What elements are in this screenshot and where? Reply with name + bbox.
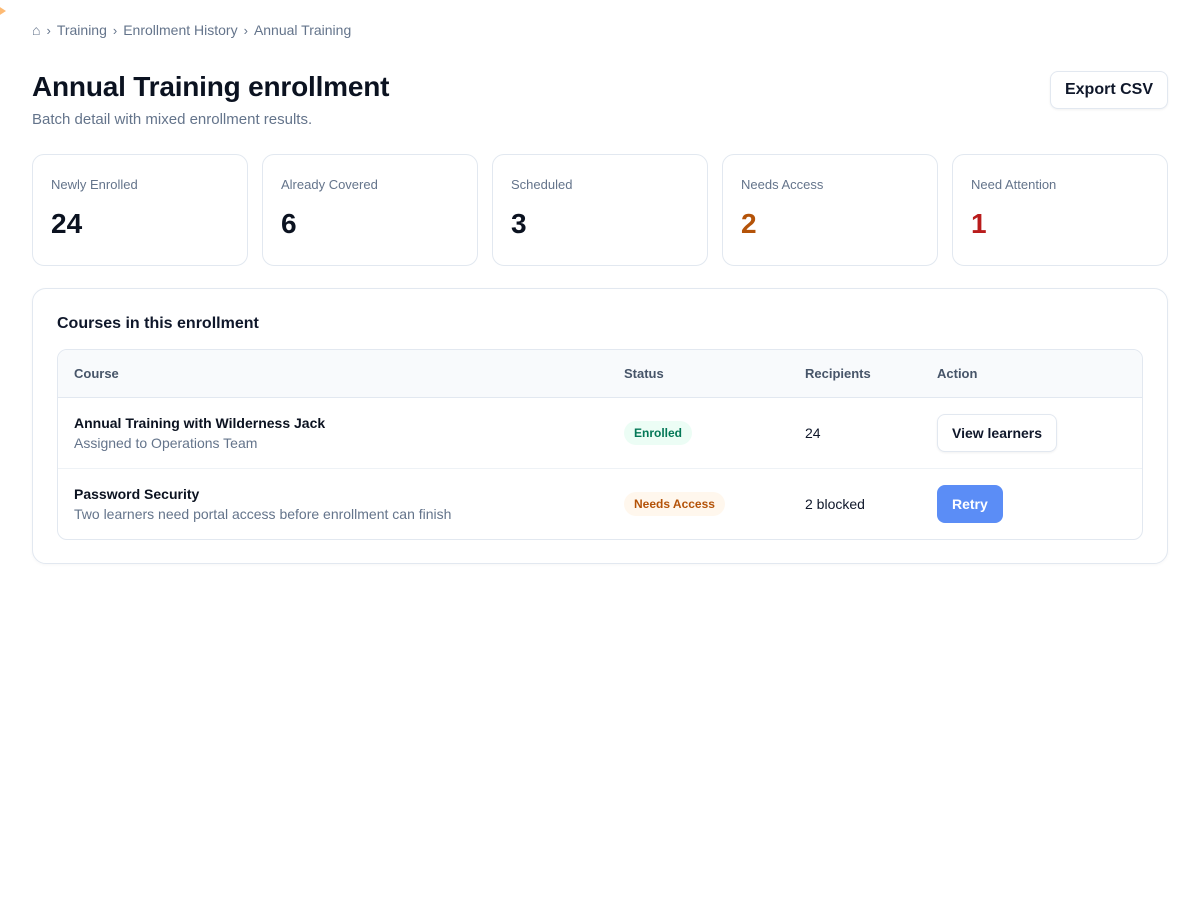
courses-panel: Courses in this enrollment Course Status…: [32, 288, 1168, 564]
recipients-cell: 2 blocked: [805, 496, 865, 512]
stat-card-newly-enrolled: Newly Enrolled 24: [32, 154, 248, 266]
course-name: Password Security: [74, 486, 200, 502]
home-icon[interactable]: ⌂: [32, 22, 40, 38]
courses-panel-title: Courses in this enrollment: [57, 315, 259, 332]
table-header: Course Status Recipients Action: [58, 350, 1142, 398]
stat-value: 2: [741, 208, 757, 239]
course-description: Two learners need portal access before e…: [74, 506, 452, 522]
stat-card-already-covered: Already Covered 6: [262, 154, 478, 266]
courses-table: Course Status Recipients Action Annual T…: [57, 349, 1143, 540]
status-badge: Enrolled: [624, 421, 693, 445]
action-cell: View learners: [937, 414, 1142, 452]
stat-label: Newly Enrolled: [51, 177, 138, 192]
status-cell: Needs Access: [624, 492, 805, 516]
breadcrumb-separator: ›: [46, 22, 51, 38]
stats-row: Newly Enrolled 24 Already Covered 6 Sche…: [32, 154, 1168, 266]
course-description: Assigned to Operations Team: [74, 435, 258, 451]
page: ⌂ › Training › Enrollment History › Annu…: [0, 0, 1200, 897]
table-row: Password Security Two learners need port…: [58, 469, 1142, 539]
stat-card-needs-access: Needs Access 2: [722, 154, 938, 266]
course-cell: Password Security Two learners need port…: [58, 486, 624, 522]
status-cell: Enrolled: [624, 421, 805, 445]
breadcrumb-separator: ›: [243, 22, 248, 38]
stat-label: Needs Access: [741, 177, 824, 192]
breadcrumb-enrollment-history[interactable]: Enrollment History: [123, 22, 237, 38]
stat-value: 6: [281, 208, 297, 239]
export-csv-button[interactable]: Export CSV: [1049, 71, 1168, 109]
breadcrumb-training[interactable]: Training: [57, 22, 107, 38]
recipients-cell: 24: [805, 425, 821, 441]
column-header-status: Status: [624, 366, 664, 381]
stat-value: 1: [971, 208, 987, 239]
stat-label: Need Attention: [971, 177, 1057, 192]
view-learners-button[interactable]: View learners: [937, 414, 1058, 452]
column-header-action: Action: [937, 366, 978, 381]
page-title: Annual Training enrollment: [32, 71, 390, 102]
stat-label: Already Covered: [281, 177, 378, 192]
breadcrumb: ⌂ › Training › Enrollment History › Annu…: [32, 22, 351, 38]
stat-card-need-attention: Need Attention 1: [952, 154, 1168, 266]
course-cell: Annual Training with Wilderness Jack Ass…: [58, 415, 624, 451]
retry-button[interactable]: Retry: [937, 485, 1003, 523]
breadcrumb-annual-training: Annual Training: [253, 22, 352, 38]
page-subtitle: Batch detail with mixed enrollment resul…: [32, 111, 313, 128]
stat-value: 24: [51, 208, 83, 239]
column-header-recipients: Recipients: [805, 366, 871, 381]
stat-label: Scheduled: [511, 177, 573, 192]
stat-value: 3: [511, 208, 527, 239]
status-badge: Needs Access: [624, 492, 725, 516]
column-header-course: Course: [74, 366, 119, 381]
stat-card-scheduled: Scheduled 3: [492, 154, 708, 266]
table-row: Annual Training with Wilderness Jack Ass…: [58, 398, 1142, 469]
action-cell: Retry: [937, 485, 1142, 523]
course-name: Annual Training with Wilderness Jack: [74, 415, 326, 431]
breadcrumb-separator: ›: [112, 22, 118, 38]
